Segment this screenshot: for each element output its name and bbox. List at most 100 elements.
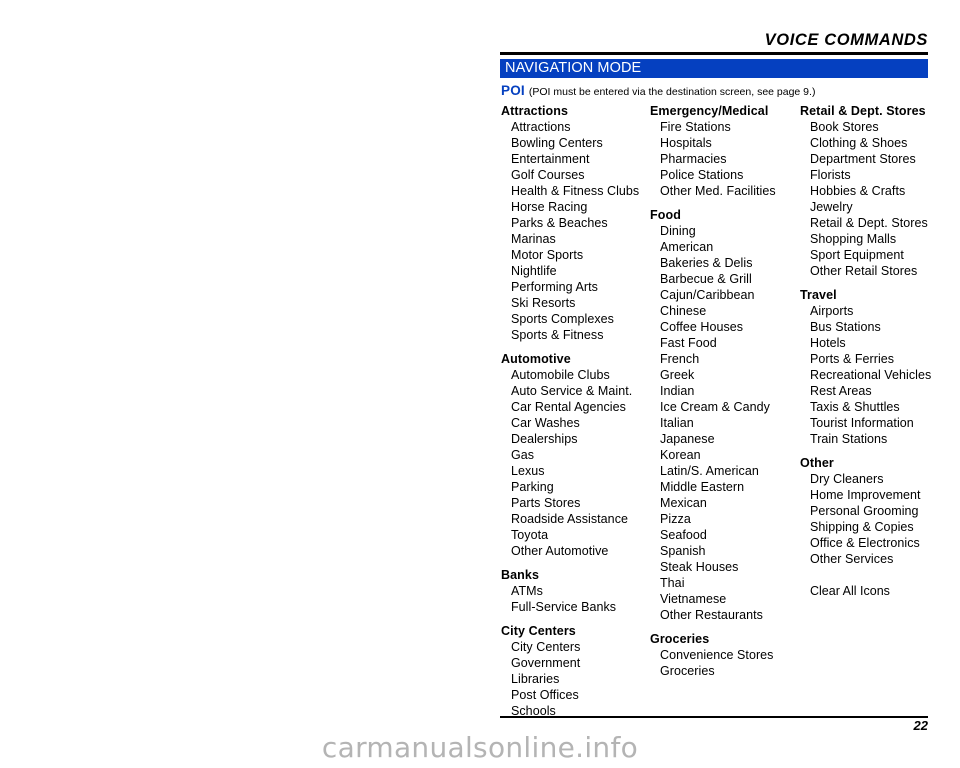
command-item: Other Services — [810, 552, 894, 566]
command-item: Horse Racing — [511, 200, 588, 214]
command-item: Post Offices — [511, 688, 579, 702]
command-group: Groceries Convenience Stores Groceries — [650, 631, 795, 679]
command-item: Department Stores — [810, 152, 916, 166]
command-item: Dealerships — [511, 432, 578, 446]
command-item: Pharmacies — [660, 152, 727, 166]
command-item: Barbecue & Grill — [660, 272, 752, 286]
command-item: Jewelry — [810, 200, 853, 214]
command-item: Fire Stations — [660, 120, 731, 134]
command-group: Automotive Automobile Clubs Auto Service &… — [501, 351, 646, 559]
command-group: Retail & Dept. Stores Book Stores Clothing… — [800, 103, 945, 279]
command-item: Coffee Houses — [660, 320, 744, 334]
watermark: carmanualsonline.info — [321, 731, 639, 764]
command-item: American — [660, 240, 714, 254]
command-item: Korean — [660, 448, 701, 462]
command-item: Fast Food — [660, 336, 717, 350]
command-group-title: City Centers — [501, 624, 576, 638]
command-column-2: Emergency/Medical Fire Stations Hospitals P… — [650, 103, 795, 679]
command-item: Home Improvement — [810, 488, 921, 502]
command-list: Convenience Stores Groceries — [650, 647, 795, 679]
command-item: Parking — [511, 480, 554, 494]
command-item: Hobbies & Crafts — [810, 184, 906, 198]
command-item: Nightlife — [511, 264, 557, 278]
command-group-title: Banks — [501, 568, 540, 582]
command-group: Attractions Attractions Bowling Centers Ent… — [501, 103, 646, 343]
command-item: Other Med. Facilities — [660, 184, 776, 198]
command-item: Parks & Beaches — [511, 216, 608, 230]
command-item: Indian — [660, 384, 695, 398]
command-item: Ski Resorts — [511, 296, 576, 310]
command-item: Hotels — [810, 336, 846, 350]
command-list: Fire Stations Hospitals Pharmacies Police S… — [650, 119, 795, 199]
command-item: Health & Fitness Clubs — [511, 184, 640, 198]
command-item: Bakeries & Delis — [660, 256, 753, 270]
command-group-title: Travel — [800, 288, 837, 302]
command-item: Performing Arts — [511, 280, 598, 294]
command-item: Japanese — [660, 432, 715, 446]
command-group-title: Other — [800, 456, 834, 470]
command-list: City Centers Government Libraries Post Offi… — [501, 639, 646, 719]
command-item: Convenience Stores — [660, 648, 774, 662]
command-item: Other Automotive — [511, 544, 609, 558]
command-item: Chinese — [660, 304, 707, 318]
command-item: Tourist Information — [810, 416, 914, 430]
command-item: Bowling Centers — [511, 136, 603, 150]
command-item: Entertainment — [511, 152, 590, 166]
command-item: Other Retail Stores — [810, 264, 918, 278]
section-header-title: NAVIGATION MODE — [505, 60, 642, 76]
command-item: Gas — [511, 448, 535, 462]
manual-page: VOICE COMMANDS NAVIGATION MODE POI (POI m… — [0, 0, 960, 768]
command-item: Book Stores — [810, 120, 879, 134]
command-item: Recreational Vehicles — [810, 368, 932, 382]
command-item: Dry Cleaners — [810, 472, 884, 486]
command-group: Emergency/Medical Fire Stations Hospitals P… — [650, 103, 795, 199]
command-item: Office & Electronics — [810, 536, 920, 550]
command-list: Dry Cleaners Home Improvement Personal Gro… — [800, 471, 945, 567]
command-item: Hospitals — [660, 136, 712, 150]
command-group-title: Attractions — [501, 104, 569, 118]
command-item: Retail & Dept. Stores — [810, 216, 928, 230]
running-header-title: VOICE COMMANDS — [764, 31, 928, 49]
poi-label: POI — [501, 83, 525, 98]
command-item: Spanish — [660, 544, 706, 558]
command-item: Italian — [660, 416, 694, 430]
command-item: Clothing & Shoes — [810, 136, 908, 150]
poi-note: (POI must be entered via the destination… — [528, 86, 816, 98]
command-item: Sport Equipment — [810, 248, 904, 262]
command-item: Greek — [660, 368, 695, 382]
command-item: Government — [511, 656, 581, 670]
command-item: Steak Houses — [660, 560, 739, 574]
command-item: Florists — [810, 168, 851, 182]
command-item-standalone: Clear All Icons — [810, 584, 890, 598]
command-item: Groceries — [660, 664, 715, 678]
command-column-3: Retail & Dept. Stores Book Stores Clothing… — [800, 103, 945, 599]
command-item: Latin/S. American — [660, 464, 759, 478]
command-item: Parts Stores — [511, 496, 581, 510]
command-item: Seafood — [660, 528, 707, 542]
command-item: Other Restaurants — [660, 608, 763, 622]
command-list: Book Stores Clothing & Shoes Department St… — [800, 119, 945, 279]
command-item: Toyota — [511, 528, 549, 542]
command-item: Attractions — [511, 120, 571, 134]
command-item: Shipping & Copies — [810, 520, 914, 534]
command-item: Roadside Assistance — [511, 512, 628, 526]
command-group-title: Groceries — [650, 632, 710, 646]
command-item: City Centers — [511, 640, 581, 654]
command-column-1: Attractions Attractions Bowling Centers Ent… — [501, 103, 646, 719]
command-item: Full-Service Banks — [511, 600, 617, 614]
command-item: ATMs — [511, 584, 543, 598]
command-group: Banks ATMs Full-Service Banks — [501, 567, 646, 615]
command-item: Vietnamese — [660, 592, 727, 606]
command-item: Marinas — [511, 232, 556, 246]
command-list: Automobile Clubs Auto Service & Maint. Car… — [501, 367, 646, 559]
command-item: Libraries — [511, 672, 560, 686]
section-header-bar: NAVIGATION MODE — [500, 59, 928, 78]
command-item: Auto Service & Maint. — [511, 384, 633, 398]
command-group-title: Retail & Dept. Stores — [800, 104, 926, 118]
command-item: Automobile Clubs — [511, 368, 610, 382]
command-item: Bus Stations — [810, 320, 881, 334]
command-item: Sports Complexes — [511, 312, 614, 326]
command-item: Cajun/Caribbean — [660, 288, 755, 302]
command-item: Pizza — [660, 512, 691, 526]
command-group-title: Emergency/Medical — [650, 104, 769, 118]
